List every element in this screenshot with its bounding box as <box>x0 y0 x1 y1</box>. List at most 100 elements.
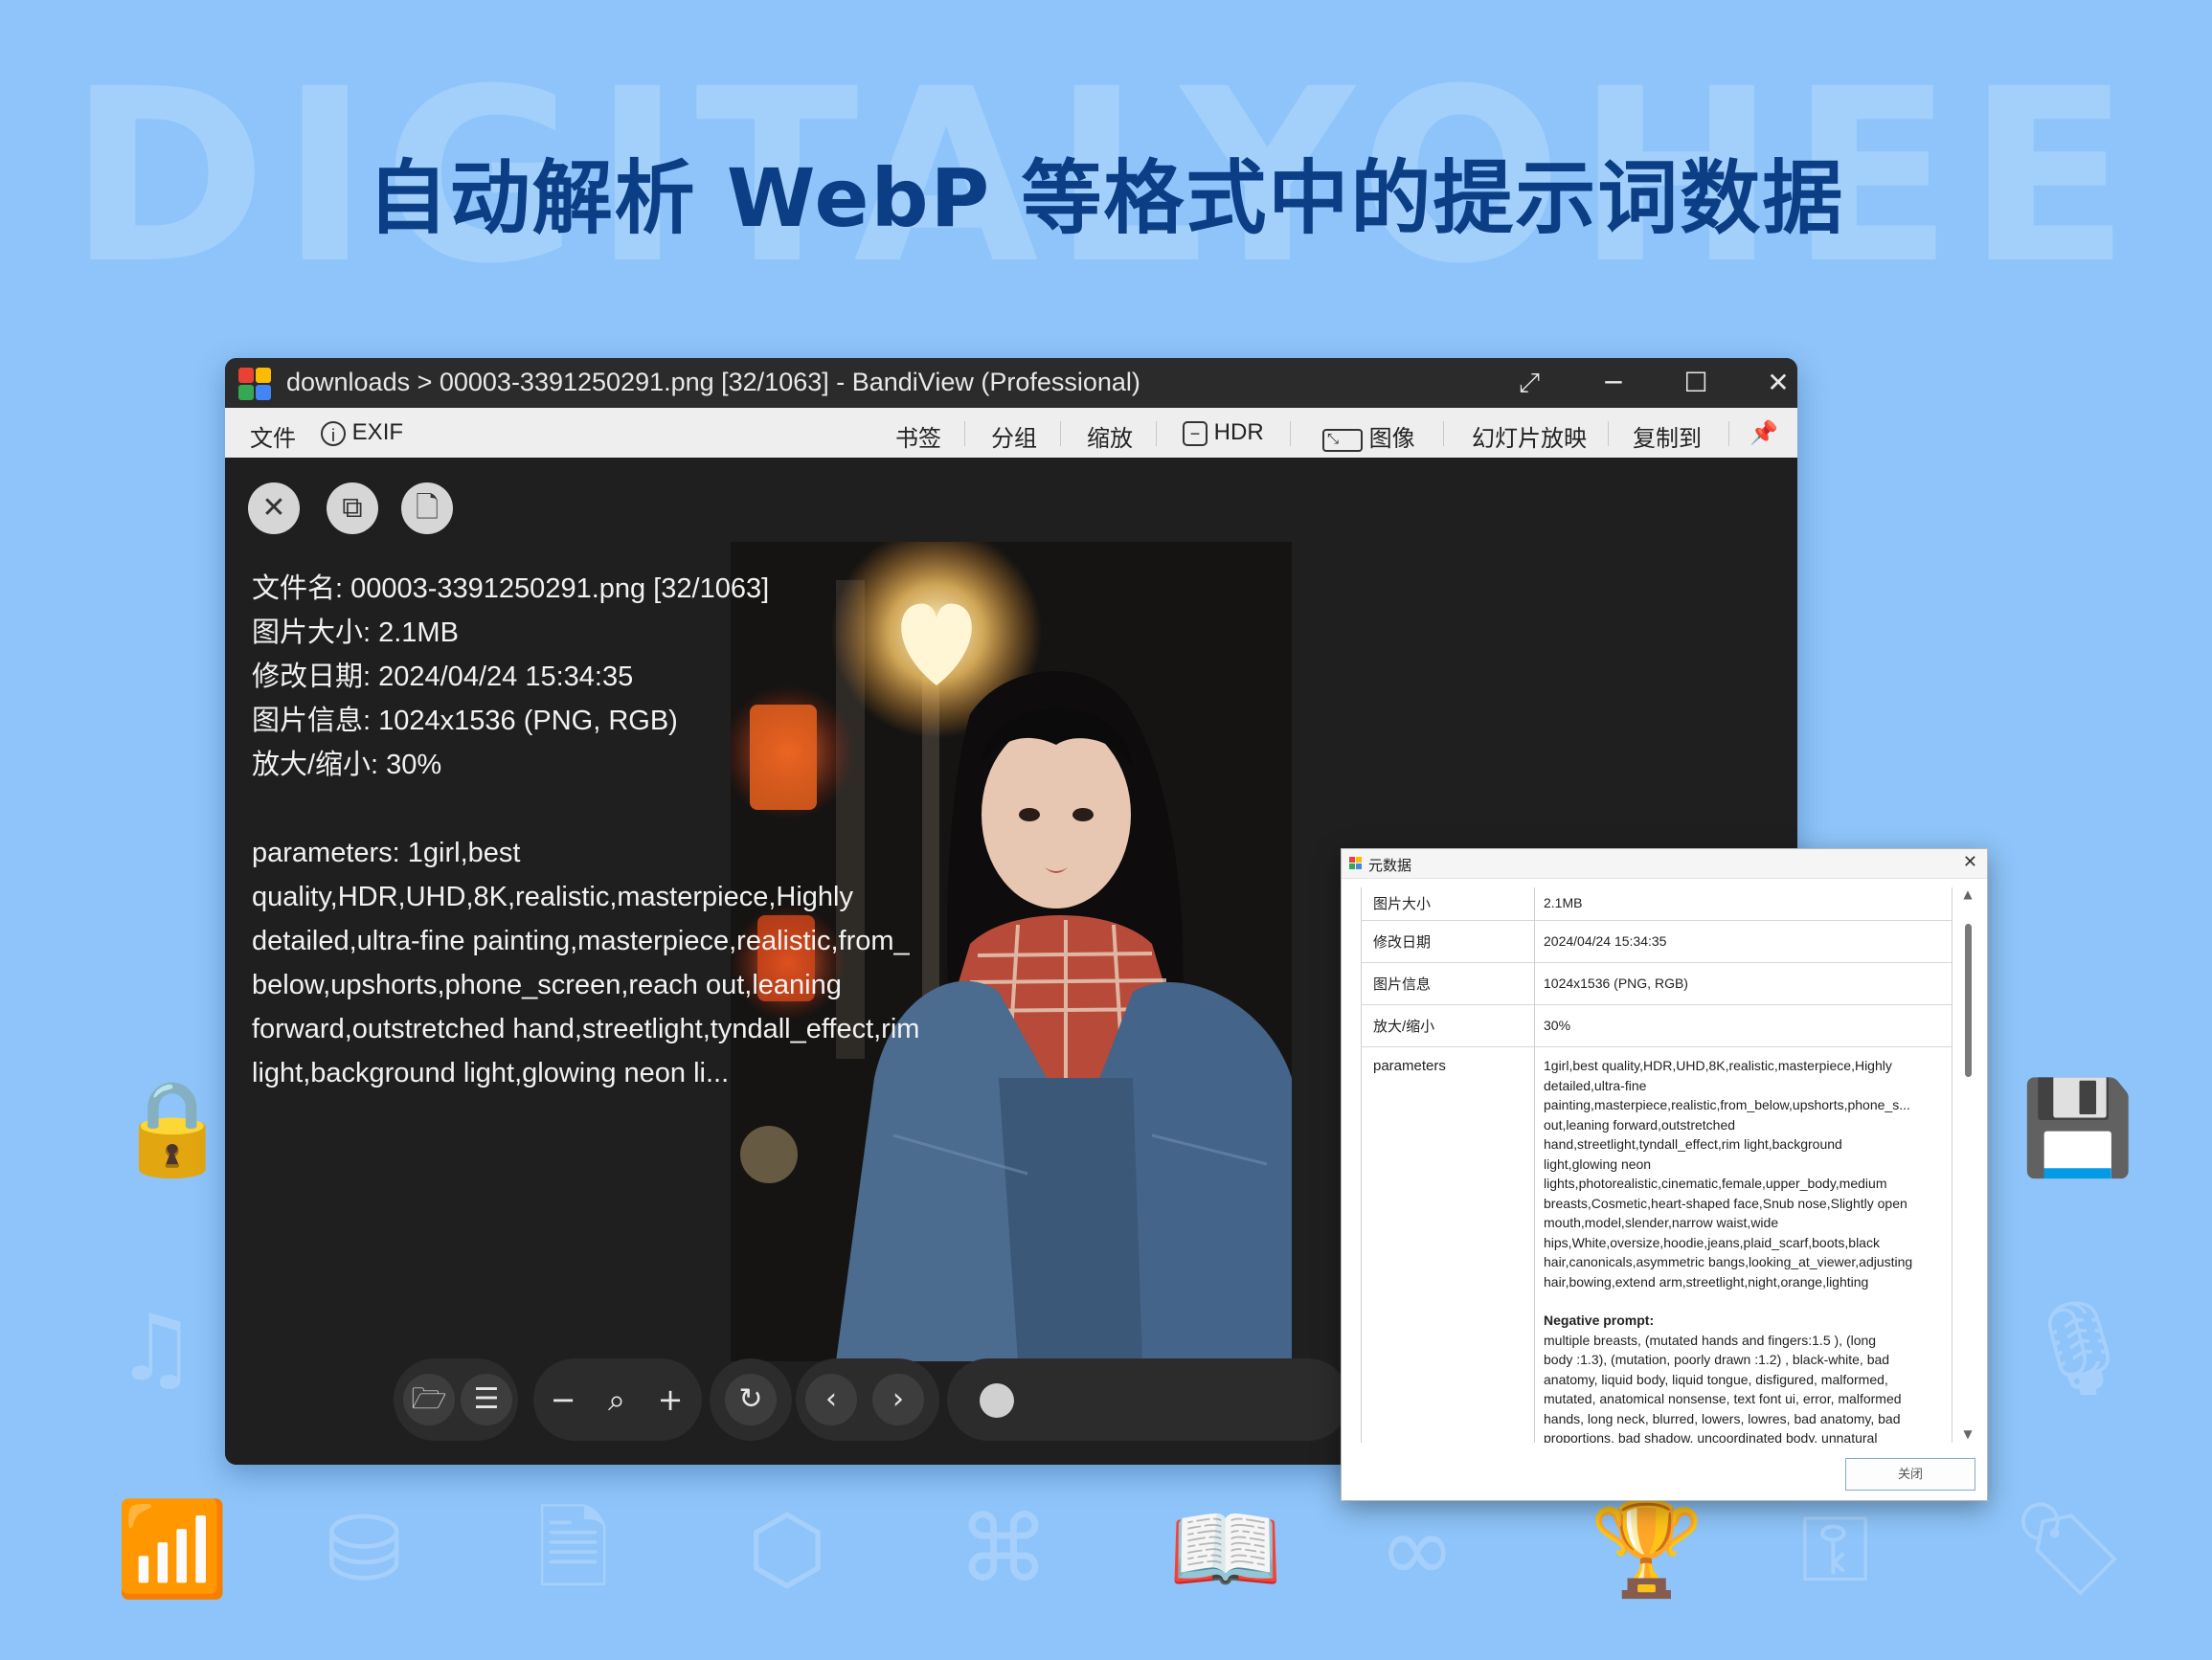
info-zoom: 放大/缩小: 30% <box>252 750 442 780</box>
table-row: 放大/缩小 30% <box>1362 1004 1952 1047</box>
row-value: 30% <box>1544 1018 1571 1033</box>
menu-bar: 文件 i EXIF 书签 分组 缩放 − HDR ⤡ 图像 幻灯片放映 复制到 … <box>225 408 1797 458</box>
document-button[interactable]: 🗋 <box>401 482 453 534</box>
row-value: 1024x1536 (PNG, RGB) <box>1544 976 1688 991</box>
title-bar[interactable]: downloads > 00003-3391250291.png [32/106… <box>225 358 1797 408</box>
table-row: 图片信息 1024x1536 (PNG, RGB) <box>1362 962 1952 1005</box>
scroll-up-icon[interactable]: ▲ <box>1960 887 1975 903</box>
close-overlay-button[interactable]: ✕ <box>248 482 300 534</box>
parameter-line: lights,photorealistic,cinematic,female,u… <box>1544 1176 1887 1191</box>
pin-icon[interactable]: 📌 <box>1749 419 1778 446</box>
list-icon[interactable]: ☰ <box>461 1374 512 1425</box>
save-deco-icon: 💾 <box>2020 1074 2135 1181</box>
negative-line: proportions, bad shadow, uncoordinated b… <box>1544 1430 1878 1443</box>
zoom-search-icon[interactable]: ⌕ <box>591 1374 643 1425</box>
bandiview-logo-icon <box>238 368 271 400</box>
dialog-title-bar[interactable]: 元数据 ✕ <box>1342 849 1987 879</box>
parameter-line: hair,canonicals,asymmetric bangs,looking… <box>1544 1254 1913 1269</box>
row-key: 放大/缩小 <box>1373 1019 1435 1035</box>
info-icon: i <box>321 420 346 446</box>
metadata-table[interactable]: 图片大小 2.1MB 修改日期 2024/04/24 15:34:35 图片信息… <box>1361 887 1952 1443</box>
column-divider <box>1534 1004 1535 1046</box>
menu-zoom[interactable]: 缩放 <box>1087 419 1133 453</box>
command-deco-icon: ⌘ <box>958 1495 1050 1603</box>
negative-line: hands, long neck, blurred, lowers, lowre… <box>1544 1410 1901 1426</box>
rotate-icon[interactable]: ↻ <box>725 1374 777 1425</box>
book-deco-icon: 📖 <box>1168 1495 1283 1603</box>
negative-line: anatomy, liquid body, liquid tongue, dis… <box>1544 1371 1888 1387</box>
window-title: downloads > 00003-3391250291.png [32/106… <box>286 368 1140 396</box>
menu-exif[interactable]: i EXIF <box>321 419 403 446</box>
menu-bookmark[interactable]: 书签 <box>895 419 941 453</box>
music-deco-icon: ♫ <box>115 1294 198 1402</box>
menu-divider <box>1728 421 1729 446</box>
nodes-deco-icon: ⬡ <box>747 1495 827 1603</box>
parameter-line: mouth,model,slender,narrow waist,wide <box>1544 1215 1779 1230</box>
dialog-close-icon[interactable]: ✕ <box>1963 852 1977 872</box>
row-key: 图片信息 <box>1373 976 1432 993</box>
dialog-title: 元数据 <box>1368 858 1412 874</box>
maximize-icon[interactable]: ☐ <box>1667 362 1725 404</box>
menu-divider <box>1443 421 1444 446</box>
info-modified: 修改日期: 2024/04/24 15:34:35 <box>252 662 634 692</box>
parameter-line: breasts,Cosmetic,heart-shaped face,Snub … <box>1544 1195 1907 1211</box>
trophy-deco-icon: 🏆 <box>1590 1495 1704 1603</box>
bandiview-logo-icon <box>1349 857 1363 870</box>
expand-icon[interactable]: ⤢ <box>1501 362 1558 404</box>
row-value: 2024/04/24 15:34:35 <box>1544 933 1667 949</box>
lock-deco-icon: 🔒 <box>115 1074 230 1181</box>
minimize-icon[interactable]: ─ <box>1585 362 1642 404</box>
open-folder-icon[interactable]: 🗁 <box>403 1374 455 1425</box>
parameter-line: painting,masterpiece,realistic,from_belo… <box>1544 1097 1910 1112</box>
progress-knob[interactable] <box>980 1383 1014 1418</box>
zoom-out-minus-icon[interactable]: − <box>537 1374 589 1425</box>
tag-deco-icon: 🏷 <box>2011 1495 2128 1603</box>
menu-file[interactable]: 文件 <box>250 419 296 453</box>
mic-deco-icon: 🎙 <box>2020 1294 2137 1402</box>
menu-hdr[interactable]: − HDR <box>1183 419 1264 446</box>
dialog-scrollbar[interactable]: ▲ ▼ <box>1960 887 1975 1443</box>
parameter-line: detailed,ultra-fine <box>1544 1077 1647 1093</box>
negative-line: mutated, anatomical nonsense, text font … <box>1544 1391 1902 1406</box>
image-resize-icon: ⤡ <box>1322 428 1363 452</box>
wifi-deco-icon: 📶 <box>115 1495 230 1603</box>
zoom-in-plus-icon[interactable]: + <box>644 1374 696 1425</box>
row-key: 图片大小 <box>1373 896 1432 912</box>
table-row: 图片大小 2.1MB <box>1362 887 1952 921</box>
info-imageinfo: 图片信息: 1024x1536 (PNG, RGB) <box>252 706 678 736</box>
column-divider <box>1534 962 1535 1004</box>
menu-image-label: 图像 <box>1368 426 1415 452</box>
menu-divider <box>1290 421 1291 446</box>
menu-copy-to[interactable]: 复制到 <box>1633 419 1702 453</box>
menu-image[interactable]: ⤡ 图像 <box>1322 419 1415 453</box>
close-button[interactable]: 关闭 <box>1845 1458 1975 1491</box>
copy-button[interactable]: ⧉ <box>327 482 378 534</box>
scroll-down-icon[interactable]: ▼ <box>1960 1427 1975 1443</box>
row-key: parameters <box>1373 1058 1446 1074</box>
scroll-thumb[interactable] <box>1965 924 1972 1077</box>
info-size: 图片大小: 2.1MB <box>252 617 459 648</box>
parameter-line: hips,White,oversize,hoodie,jeans,plaid_s… <box>1544 1234 1880 1250</box>
row-value-parameters: 1girl,best quality,HDR,UHD,8K,realistic,… <box>1544 1056 1946 1443</box>
menu-divider <box>1608 421 1609 446</box>
glasses-deco-icon: ∞ <box>1379 1495 1456 1603</box>
negative-line: body :1.3), (mutation, poorly drawn :1.2… <box>1544 1352 1890 1367</box>
info-filename: 文件名: 00003-3391250291.png [32/1063] <box>252 573 770 604</box>
info-parameters: parameters: 1girl,best quality,HDR,UHD,8… <box>252 838 920 1088</box>
menu-slideshow[interactable]: 幻灯片放映 <box>1472 419 1587 453</box>
hdr-icon: − <box>1183 420 1208 446</box>
next-icon[interactable]: › <box>872 1374 924 1425</box>
usb-deco-icon: ⛁ <box>326 1495 403 1603</box>
menu-hdr-label: HDR <box>1213 419 1264 445</box>
parameter-line: out,leaning forward,outstretched <box>1544 1116 1736 1133</box>
page-headline: 自动解析 WebP 等格式中的提示词数据 <box>367 151 1845 245</box>
column-divider <box>1534 887 1535 920</box>
parameter-line: hair,bowing,extend arm,streetlight,night… <box>1544 1273 1869 1290</box>
metadata-dialog: 元数据 ✕ 图片大小 2.1MB 修改日期 2024/04/24 15:34:3… <box>1341 848 1988 1501</box>
parameter-line: light,glowing neon <box>1544 1155 1652 1172</box>
close-icon[interactable]: ✕ <box>1749 362 1797 404</box>
table-row-parameters: parameters 1girl,best quality,HDR,UHD,8K… <box>1362 1046 1952 1443</box>
menu-group[interactable]: 分组 <box>991 419 1037 453</box>
parameter-line: hand,streetlight,tyndall_effect,rim ligh… <box>1544 1136 1842 1152</box>
previous-icon[interactable]: ‹ <box>805 1374 857 1425</box>
